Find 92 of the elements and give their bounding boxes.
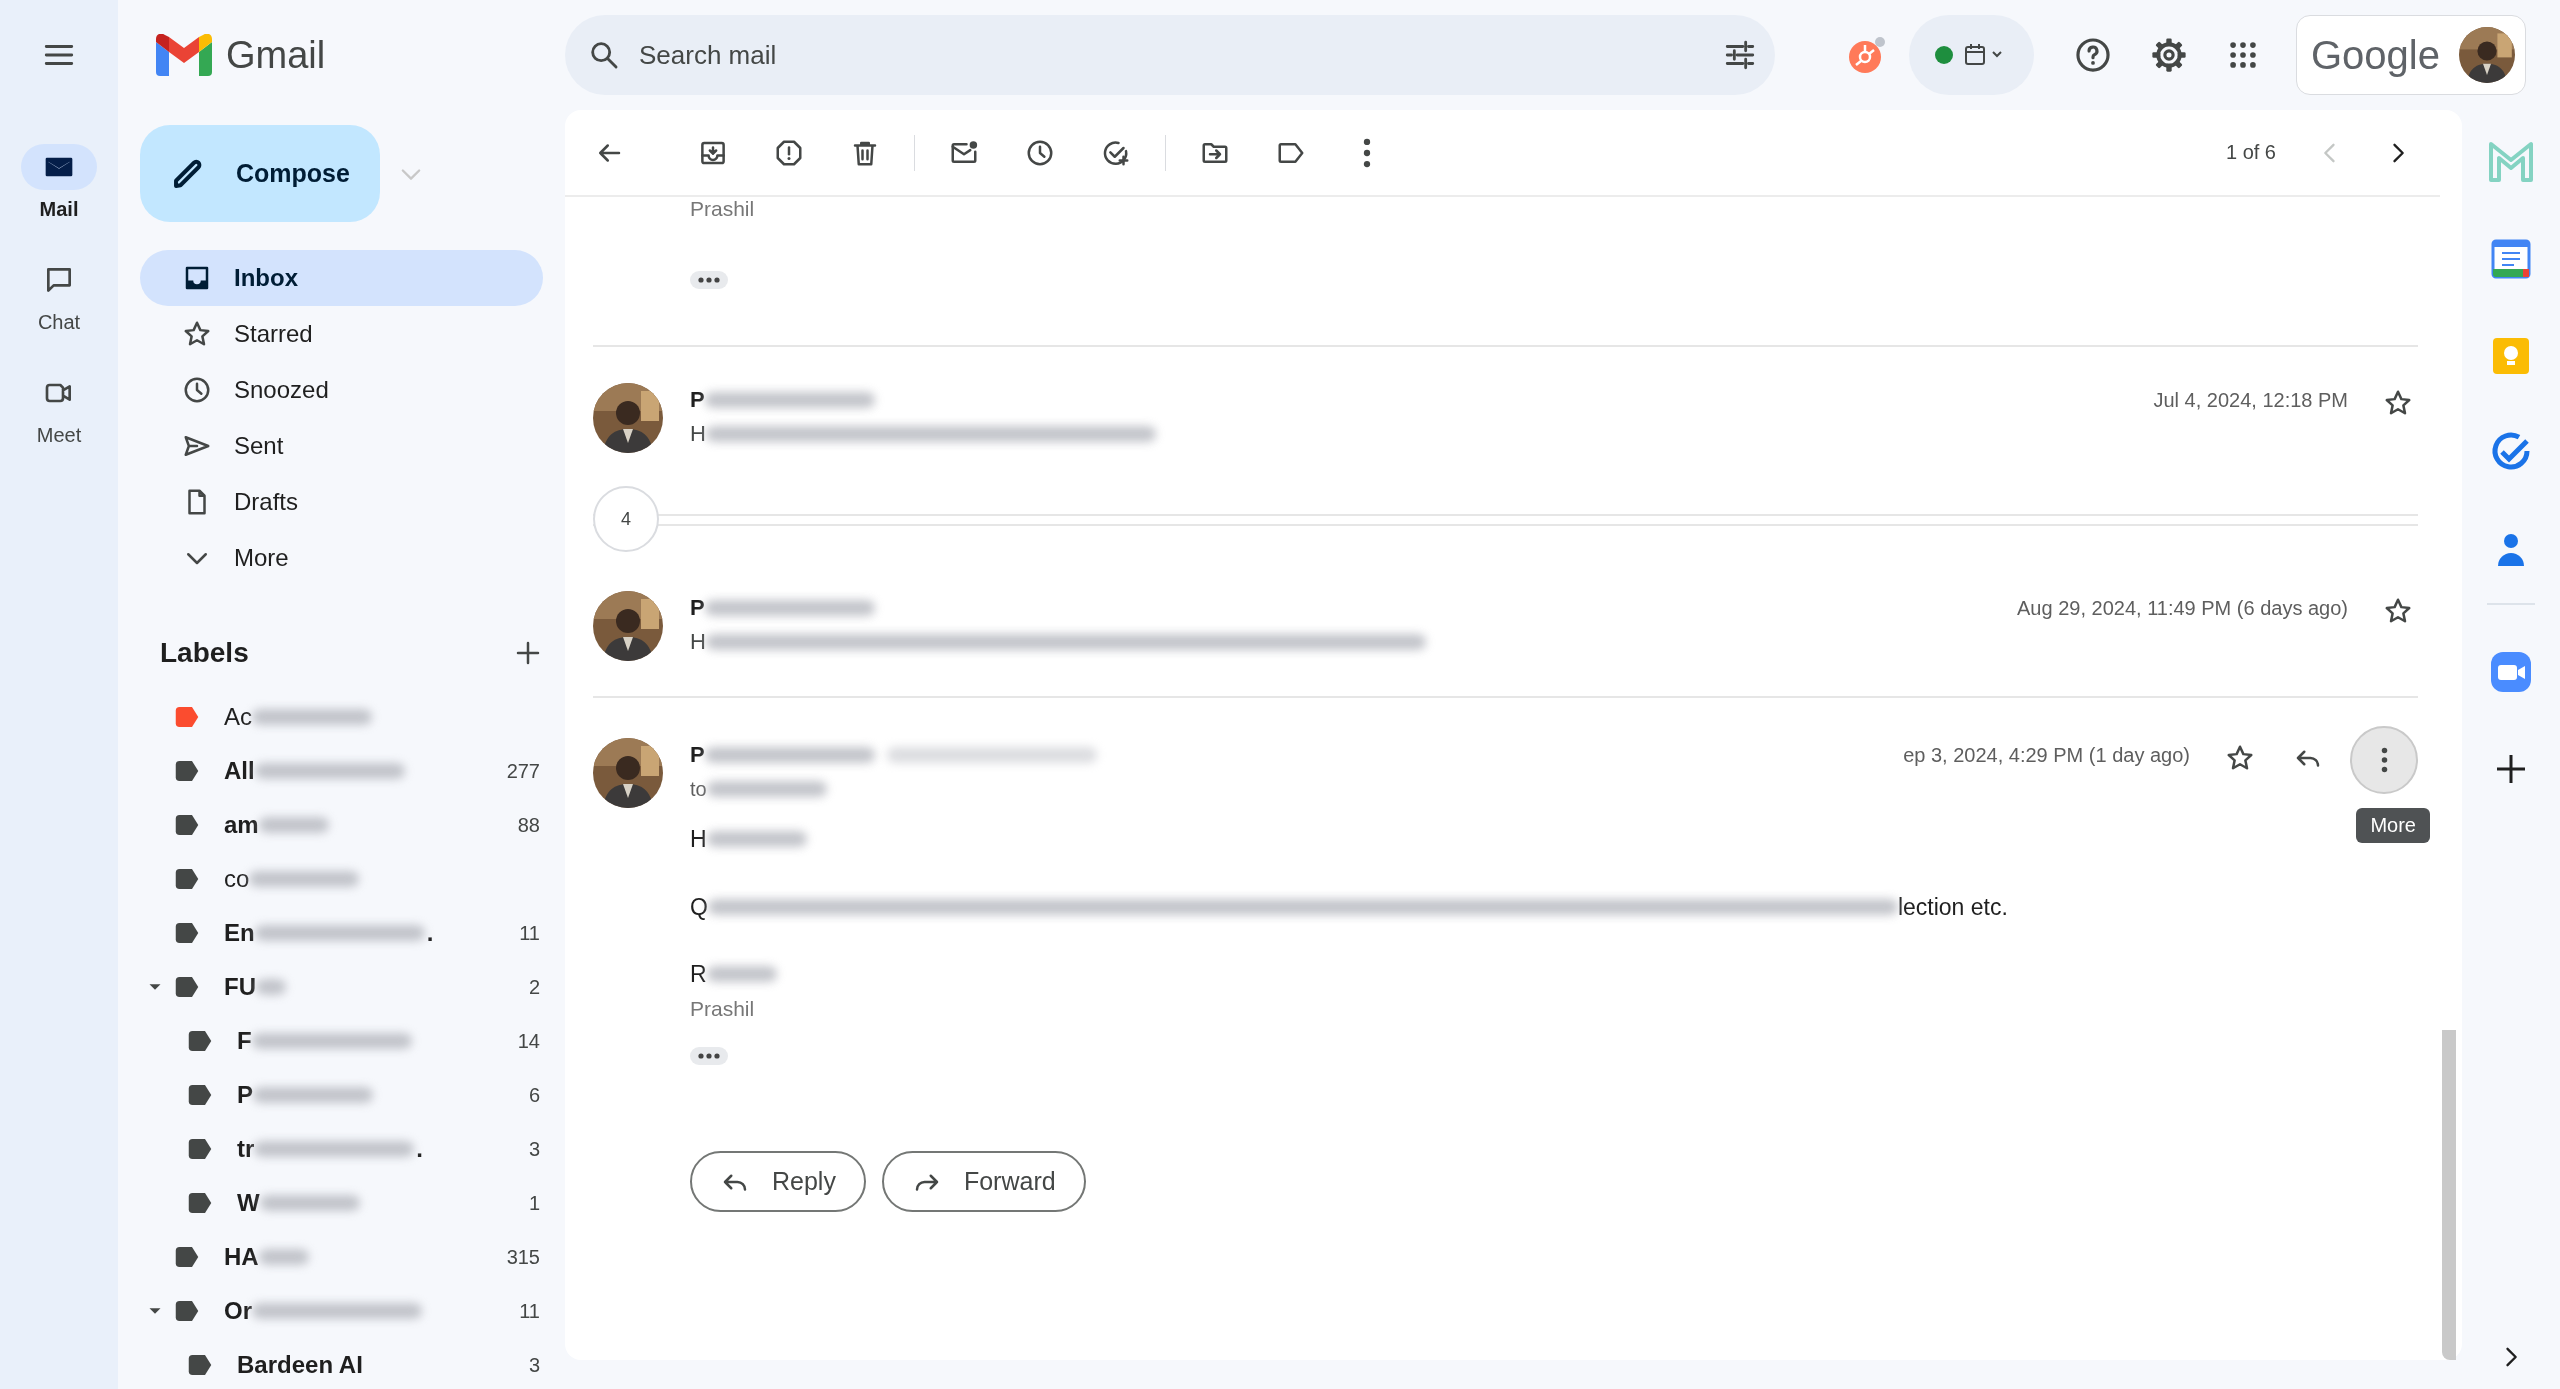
- label-name: Or: [224, 1297, 252, 1325]
- label-item[interactable]: F 14: [118, 1014, 565, 1068]
- scrollbar-thumb[interactable]: [2442, 1030, 2456, 1360]
- label-name: co: [224, 865, 250, 893]
- body-text: Q: [690, 893, 708, 921]
- label-name: am: [224, 811, 259, 839]
- unread-count: 1: [527, 1191, 540, 1215]
- search-bar[interactable]: Search mail: [565, 15, 1775, 95]
- rail-tab[interactable]: Chat: [21, 257, 97, 334]
- unread-count: 315: [505, 1245, 540, 1269]
- label-item[interactable]: Bardeen AI 3: [118, 1338, 565, 1389]
- unread-count: 277: [505, 759, 540, 783]
- label-name: W: [237, 1189, 260, 1217]
- app-name: Gmail: [226, 33, 326, 77]
- unread-count: 14: [516, 1029, 540, 1053]
- blurred-text: [258, 1249, 309, 1265]
- compose-button[interactable]: Compose: [140, 125, 380, 222]
- message-date: Jul 4, 2024, 12:18 PM: [2153, 389, 2348, 413]
- filter-sliders-icon[interactable]: [1723, 38, 1757, 72]
- label-item[interactable]: Ac: [118, 690, 565, 744]
- label-name: tr: [237, 1135, 255, 1163]
- unread-count: 11: [518, 1299, 540, 1323]
- message-snippet: H: [690, 421, 706, 447]
- label-item[interactable]: Or 11: [118, 1284, 565, 1338]
- hidden-messages-button[interactable]: 4: [593, 486, 659, 552]
- search-field[interactable]: Search mail: [639, 39, 1705, 71]
- unread-count: 2: [527, 975, 540, 999]
- account-button[interactable]: Google: [2296, 15, 2526, 95]
- clock-icon: [182, 375, 212, 405]
- settings-icon[interactable]: [2150, 36, 2188, 74]
- blurred-text: [258, 817, 329, 833]
- label-name: En: [224, 919, 255, 947]
- sender-name: P: [690, 742, 705, 768]
- nav-item[interactable]: More: [140, 530, 543, 586]
- message-date: Aug 29, 2024, 11:49 PM (6 days ago): [2017, 597, 2348, 621]
- body-text: lection etc.: [1897, 893, 2008, 921]
- sprocket-icon[interactable]: [1847, 35, 1887, 75]
- label-item[interactable]: am 88: [118, 798, 565, 852]
- more-icon: [2380, 747, 2388, 773]
- ellipsis-icon: [697, 276, 721, 284]
- nav-item[interactable]: Drafts: [140, 474, 543, 530]
- signature: Prashil: [690, 197, 756, 221]
- recipient-line: to: [690, 777, 707, 801]
- label-name: F: [237, 1027, 252, 1055]
- signature: Prashil: [690, 997, 756, 1021]
- unread-count: 6: [527, 1083, 540, 1107]
- label-item[interactable]: P 6: [118, 1068, 565, 1122]
- nav-item[interactable]: Inbox: [140, 250, 543, 306]
- message-snippet: H: [690, 629, 706, 655]
- tooltip: More: [2356, 808, 2430, 843]
- label-item[interactable]: tr . 3: [118, 1122, 565, 1176]
- nav-item[interactable]: Sent: [140, 418, 543, 474]
- forward-button[interactable]: Forward: [881, 1151, 1086, 1212]
- label-item[interactable]: HA 315: [118, 1230, 565, 1284]
- label-name: FU: [224, 973, 256, 1001]
- label-name: Bardeen AI: [237, 1351, 363, 1379]
- message-row[interactable]: P H Aug 29, 2024, 11:49 PM (6 days ago): [593, 526, 2418, 698]
- body-text: H: [690, 825, 707, 853]
- label-name: Ac: [224, 703, 252, 731]
- ellipsis: .: [426, 919, 434, 947]
- more-icon[interactable]: [1363, 137, 1371, 168]
- nav-item[interactable]: Starred: [140, 306, 543, 362]
- label-item[interactable]: FU 2: [118, 960, 565, 1014]
- show-trimmed-button[interactable]: [690, 1047, 728, 1065]
- unread-count: 88: [516, 813, 540, 837]
- label-item[interactable]: co: [118, 852, 565, 906]
- body-text: R: [690, 960, 707, 988]
- unread-count: 3: [527, 1137, 540, 1161]
- reply-button[interactable]: Reply: [690, 1151, 866, 1212]
- blurred-text: [256, 979, 286, 995]
- unread-count: 3: [527, 1353, 540, 1377]
- sender-name: P: [690, 595, 705, 621]
- nav-item[interactable]: Snoozed: [140, 362, 543, 418]
- label-name: HA: [224, 1243, 259, 1271]
- ellipsis-icon: [697, 1052, 721, 1060]
- help-icon[interactable]: [2074, 36, 2112, 74]
- label-name: P: [237, 1081, 253, 1109]
- rail-tab[interactable]: Meet: [21, 370, 97, 447]
- message-date: ep 3, 2024, 4:29 PM (1 day ago): [1903, 744, 2190, 767]
- label-name: All: [224, 757, 255, 785]
- pager-text: 1 of 6: [2225, 141, 2276, 164]
- show-trimmed-button[interactable]: [690, 271, 728, 289]
- brand-name: Google: [2311, 32, 2440, 78]
- label-item[interactable]: W 1: [118, 1176, 565, 1230]
- label-item[interactable]: En . 11: [118, 906, 565, 960]
- blurred-text: [706, 966, 777, 982]
- label-item[interactable]: All 277: [118, 744, 565, 798]
- unread-count: 11: [518, 921, 540, 945]
- gmail-logo-icon: [156, 34, 212, 76]
- sender-name: P: [690, 387, 705, 413]
- ellipsis: .: [416, 1135, 423, 1163]
- section-title: Labels: [160, 637, 249, 669]
